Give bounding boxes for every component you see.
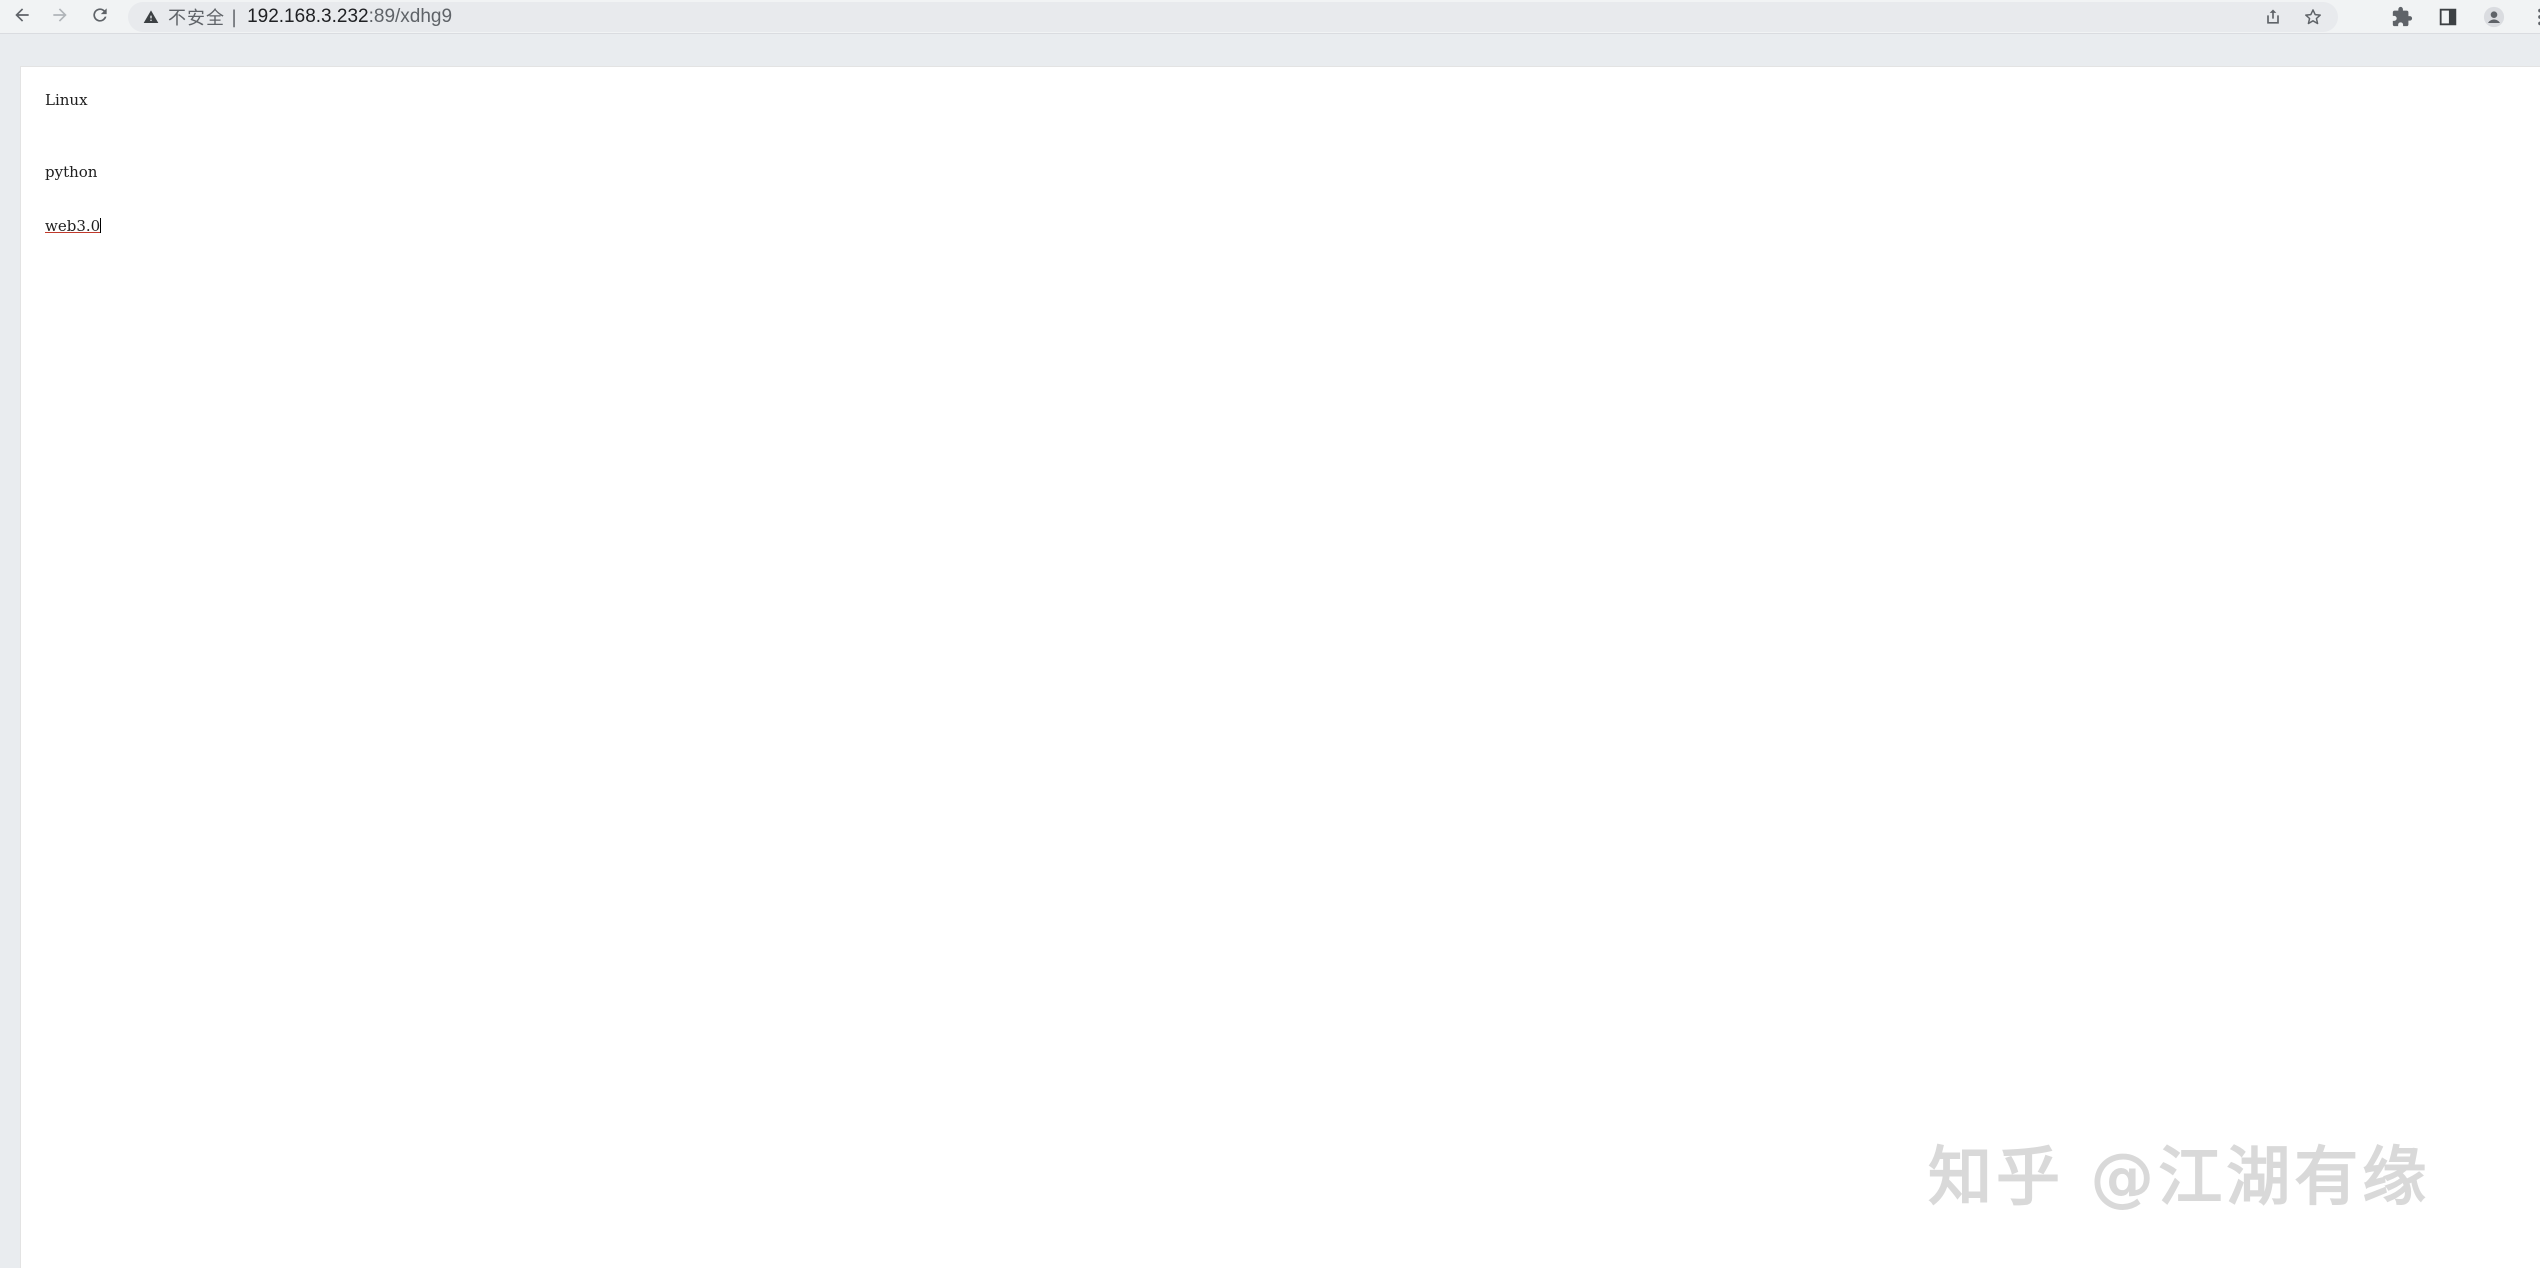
back-button[interactable] bbox=[8, 3, 36, 31]
omnibox-actions bbox=[2262, 2, 2324, 32]
browser-toolbar: 不安全 | 192.168.3.232 :89/xdhg9 bbox=[0, 0, 2540, 34]
text-caret bbox=[100, 218, 102, 233]
list-item: python bbox=[45, 163, 98, 181]
url-path[interactable]: :89/xdhg9 bbox=[369, 6, 452, 28]
browser-right-tools bbox=[2388, 3, 2540, 31]
address-bar[interactable]: 不安全 | 192.168.3.232 :89/xdhg9 bbox=[128, 2, 2338, 32]
profile-icon[interactable] bbox=[2480, 3, 2508, 31]
share-icon[interactable] bbox=[2262, 6, 2284, 28]
star-icon[interactable] bbox=[2302, 6, 2324, 28]
reload-button[interactable] bbox=[86, 3, 114, 31]
forward-button[interactable] bbox=[46, 3, 74, 31]
reload-icon bbox=[90, 5, 110, 29]
arrow-right-icon bbox=[50, 5, 70, 29]
list-item-label[interactable]: web3.0 bbox=[45, 217, 100, 235]
page-content: Linux python web3.0 bbox=[20, 66, 2540, 1268]
url-host[interactable]: 192.168.3.232 bbox=[247, 6, 369, 28]
list-item: Linux bbox=[45, 91, 88, 109]
list-item-link[interactable]: web3.0 bbox=[45, 217, 102, 235]
url-separator: | bbox=[231, 6, 238, 28]
warning-triangle-icon[interactable] bbox=[142, 8, 160, 26]
puzzle-icon[interactable] bbox=[2388, 3, 2416, 31]
side-panel-icon[interactable] bbox=[2434, 3, 2462, 31]
kebab-menu-icon[interactable] bbox=[2526, 3, 2540, 31]
security-label[interactable]: 不安全 bbox=[168, 4, 225, 30]
arrow-left-icon bbox=[12, 5, 32, 29]
watermark: 知乎 @江湖有缘 bbox=[1928, 1141, 2431, 1215]
